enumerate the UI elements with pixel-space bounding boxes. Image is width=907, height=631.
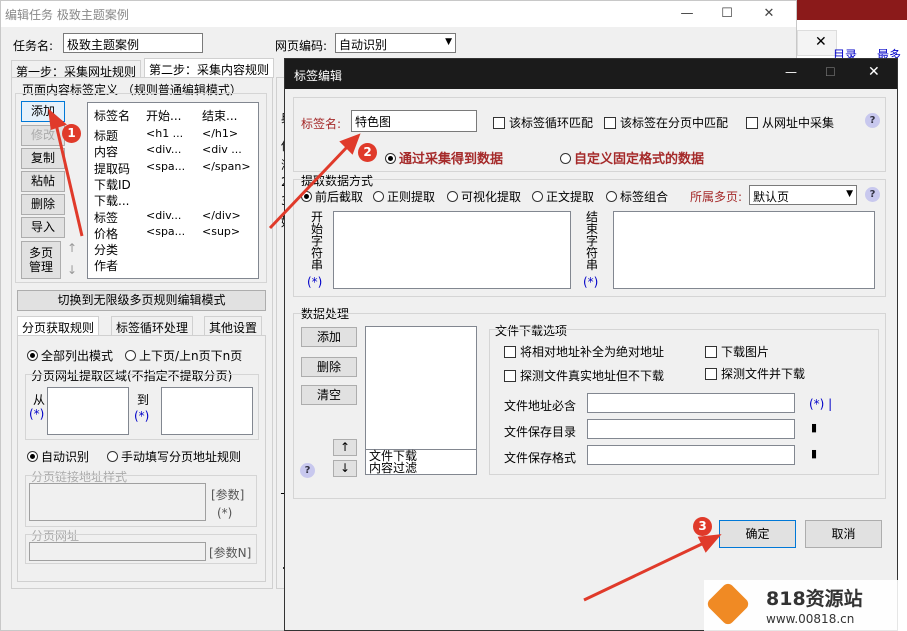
arrow-2 (268, 133, 361, 230)
watermark-url: www.00818.cn (766, 612, 855, 626)
annotation-arrows (48, 108, 722, 602)
watermark-logo (705, 581, 751, 627)
arrow-3 (583, 534, 722, 602)
watermark-brand: 818资源站 (766, 588, 863, 610)
annotation-badge-3: 3 (693, 517, 712, 536)
annotation-badge-1: 1 (62, 124, 81, 143)
annotation-badge-2: 2 (358, 143, 377, 162)
watermark: 818资源站 www.00818.cn (704, 580, 907, 631)
